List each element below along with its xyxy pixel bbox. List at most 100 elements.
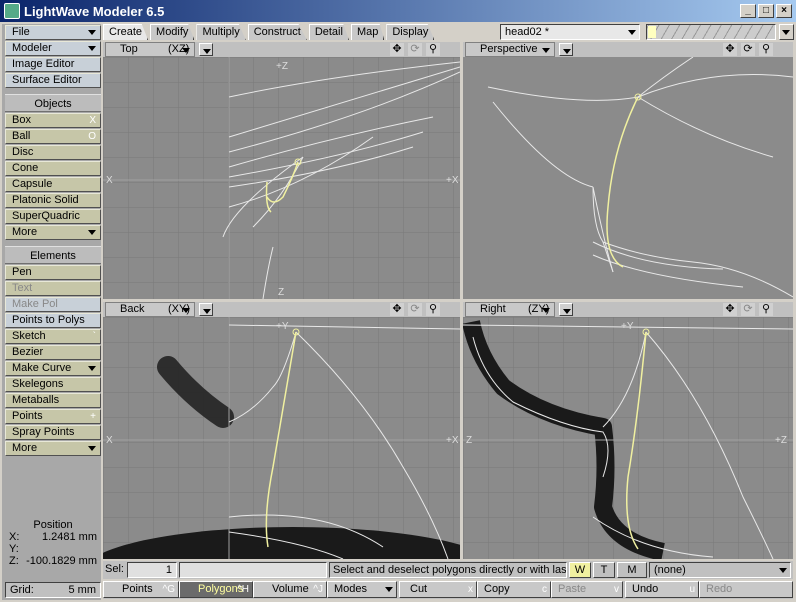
viewport-canvas[interactable]: +Y X +X — [103, 317, 460, 559]
zoom-icon[interactable]: ⚲ — [759, 303, 773, 316]
cut-button[interactable]: Cut x — [399, 581, 477, 598]
viewport-right[interactable]: Right (ZY) ✥ ⟳ ⚲ +Y Z +Z — [463, 302, 793, 559]
zoom-icon[interactable]: ⚲ — [759, 43, 773, 56]
viewport-canvas[interactable]: +Z X +X Z — [103, 57, 460, 299]
tab-multiply[interactable]: Multiply — [196, 24, 246, 40]
wireframe-toggle[interactable]: W — [569, 562, 591, 578]
bottom-toolbar: Points ^G Polygons ^H Volume ^J Modes Cut x … — [103, 581, 793, 599]
undo-shortcut: u — [689, 584, 695, 595]
rotate-icon[interactable]: ⟳ — [741, 303, 755, 316]
chevron-down-icon — [88, 46, 96, 51]
volume-mode-button[interactable]: Volume ^J — [253, 581, 327, 598]
modes-dropdown[interactable]: Modes — [327, 581, 397, 598]
modeler-menu-button[interactable]: Modeler — [5, 41, 101, 56]
object-select-dropdown[interactable]: head02 * — [500, 24, 640, 40]
grid-size-display: Grid: 5 mm — [5, 582, 101, 598]
close-button[interactable]: × — [776, 4, 792, 18]
chevron-down-icon — [203, 309, 211, 314]
tab-map[interactable]: Map — [350, 24, 385, 40]
points-button[interactable]: Points + — [5, 409, 101, 424]
view-type-dropdown[interactable]: Top (XZ) — [105, 42, 195, 57]
box-button[interactable]: Box X — [5, 113, 101, 128]
undo-button[interactable]: Undo u — [625, 581, 699, 598]
volume-mode-label: Volume — [272, 583, 309, 595]
minimize-button[interactable]: _ — [740, 4, 756, 18]
material-toggle[interactable]: M — [617, 562, 647, 578]
window-title: LightWave Modeler 6.5 — [24, 3, 165, 19]
view-type-dropdown[interactable]: Right (ZY) — [465, 302, 555, 317]
maximize-button[interactable]: □ — [758, 4, 774, 18]
bezier-button[interactable]: Bezier — [5, 345, 101, 360]
more-label: More — [12, 226, 38, 238]
view-menu-button[interactable] — [559, 43, 573, 56]
viewport-back[interactable]: Back (XY) ✥ ⟳ ⚲ +Y X +X — [103, 302, 460, 559]
viewport-perspective[interactable]: Perspective ✥ ⟳ ⚲ — [463, 42, 793, 299]
pan-icon[interactable]: ✥ — [390, 303, 404, 316]
viewport-canvas[interactable] — [463, 57, 793, 299]
rotate-icon[interactable]: ⟳ — [741, 43, 755, 56]
pen-button[interactable]: Pen — [5, 265, 101, 280]
view-name: Right — [480, 303, 506, 315]
cone-button[interactable]: Cone — [5, 161, 101, 176]
viewport-top[interactable]: Top (XZ) ✥ ⟳ ⚲ +Z X +X Z — [103, 42, 460, 299]
texture-toggle[interactable]: T — [593, 562, 615, 578]
surface-dropdown[interactable]: (none) — [649, 562, 791, 578]
tab-create[interactable]: Create — [103, 24, 149, 40]
modeler-label: Modeler — [12, 42, 52, 54]
chevron-down-icon — [203, 49, 211, 54]
layer-bank[interactable] — [646, 24, 776, 40]
view-menu-button[interactable] — [559, 303, 573, 316]
tab-construct[interactable]: Construct — [247, 24, 307, 40]
surface-editor-button[interactable]: Surface Editor — [5, 73, 101, 88]
pan-icon[interactable]: ✥ — [390, 43, 404, 56]
view-type-dropdown[interactable]: Perspective — [465, 42, 555, 57]
skelegons-button[interactable]: Skelegons — [5, 377, 101, 392]
text-button[interactable]: Text — [5, 281, 101, 296]
rotate-icon[interactable]: ⟳ — [408, 43, 422, 56]
axis-label-right: +X — [446, 435, 459, 446]
status-message: Select and deselect polygons directly or… — [329, 562, 567, 578]
objects-more-button[interactable]: More — [5, 225, 101, 240]
layer-dropdown-button[interactable] — [779, 24, 794, 40]
points-mode-button[interactable]: Points ^G — [103, 581, 179, 598]
file-menu-button[interactable]: File — [5, 25, 101, 40]
superquadric-button[interactable]: SuperQuadric — [5, 209, 101, 224]
points-mode-shortcut: ^G — [162, 584, 175, 595]
z-value: -100.1829 mm — [26, 555, 97, 567]
zoom-icon[interactable]: ⚲ — [426, 303, 440, 316]
tab-modify[interactable]: Modify — [150, 24, 195, 40]
viewport-canvas[interactable]: +Y Z +Z — [463, 317, 793, 559]
tab-display[interactable]: Display — [386, 24, 435, 40]
copy-label: Copy — [484, 583, 510, 595]
elements-more-button[interactable]: More — [5, 441, 101, 456]
sketch-button[interactable]: Sketch ` — [5, 329, 101, 344]
make-curve-button[interactable]: Make Curve — [5, 361, 101, 376]
disc-button[interactable]: Disc — [5, 145, 101, 160]
view-type-dropdown[interactable]: Back (XY) — [105, 302, 195, 317]
paste-button[interactable]: Paste v — [551, 581, 623, 598]
pan-icon[interactable]: ✥ — [723, 43, 737, 56]
rotate-icon[interactable]: ⟳ — [408, 303, 422, 316]
zoom-icon[interactable]: ⚲ — [426, 43, 440, 56]
polygons-mode-button[interactable]: Polygons ^H — [179, 581, 253, 598]
sel-count: 1 — [127, 562, 177, 578]
position-title: Position — [33, 519, 73, 531]
image-editor-button[interactable]: Image Editor — [5, 57, 101, 72]
redo-button[interactable]: Redo — [699, 581, 793, 598]
view-menu-button[interactable] — [199, 43, 213, 56]
chevron-down-icon — [628, 30, 636, 35]
chevron-down-icon — [88, 366, 96, 371]
capsule-button[interactable]: Capsule — [5, 177, 101, 192]
points-to-polys-button[interactable]: Points to Polys — [5, 313, 101, 328]
metaballs-button[interactable]: Metaballs — [5, 393, 101, 408]
platonic-solid-button[interactable]: Platonic Solid — [5, 193, 101, 208]
spray-points-button[interactable]: Spray Points — [5, 425, 101, 440]
copy-button[interactable]: Copy c — [477, 581, 551, 598]
make-pol-button[interactable]: Make Pol — [5, 297, 101, 312]
view-menu-button[interactable] — [199, 303, 213, 316]
command-tabs: Create Modify Multiply Construct Detail … — [103, 24, 436, 40]
pan-icon[interactable]: ✥ — [723, 303, 737, 316]
tab-detail[interactable]: Detail — [308, 24, 349, 40]
ball-button[interactable]: Ball O — [5, 129, 101, 144]
layer-1-swatch[interactable] — [648, 26, 656, 38]
